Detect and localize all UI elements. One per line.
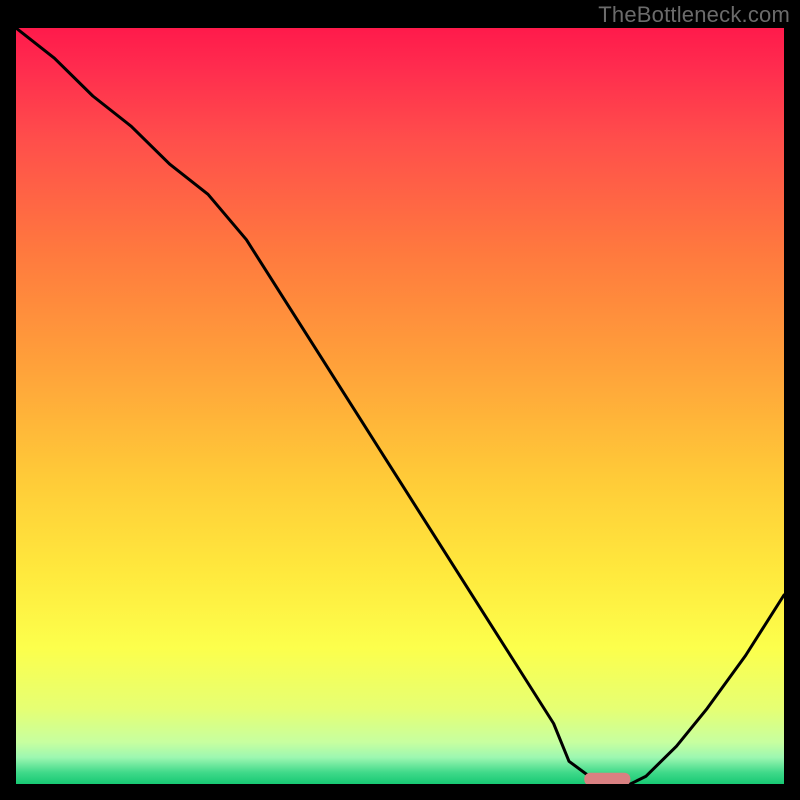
plot-container [16, 28, 784, 784]
gradient-background [16, 28, 784, 784]
optimal-range-marker [584, 773, 630, 784]
watermark-text: TheBottleneck.com [598, 2, 790, 28]
bottleneck-chart [16, 28, 784, 784]
chart-frame: TheBottleneck.com [0, 0, 800, 800]
